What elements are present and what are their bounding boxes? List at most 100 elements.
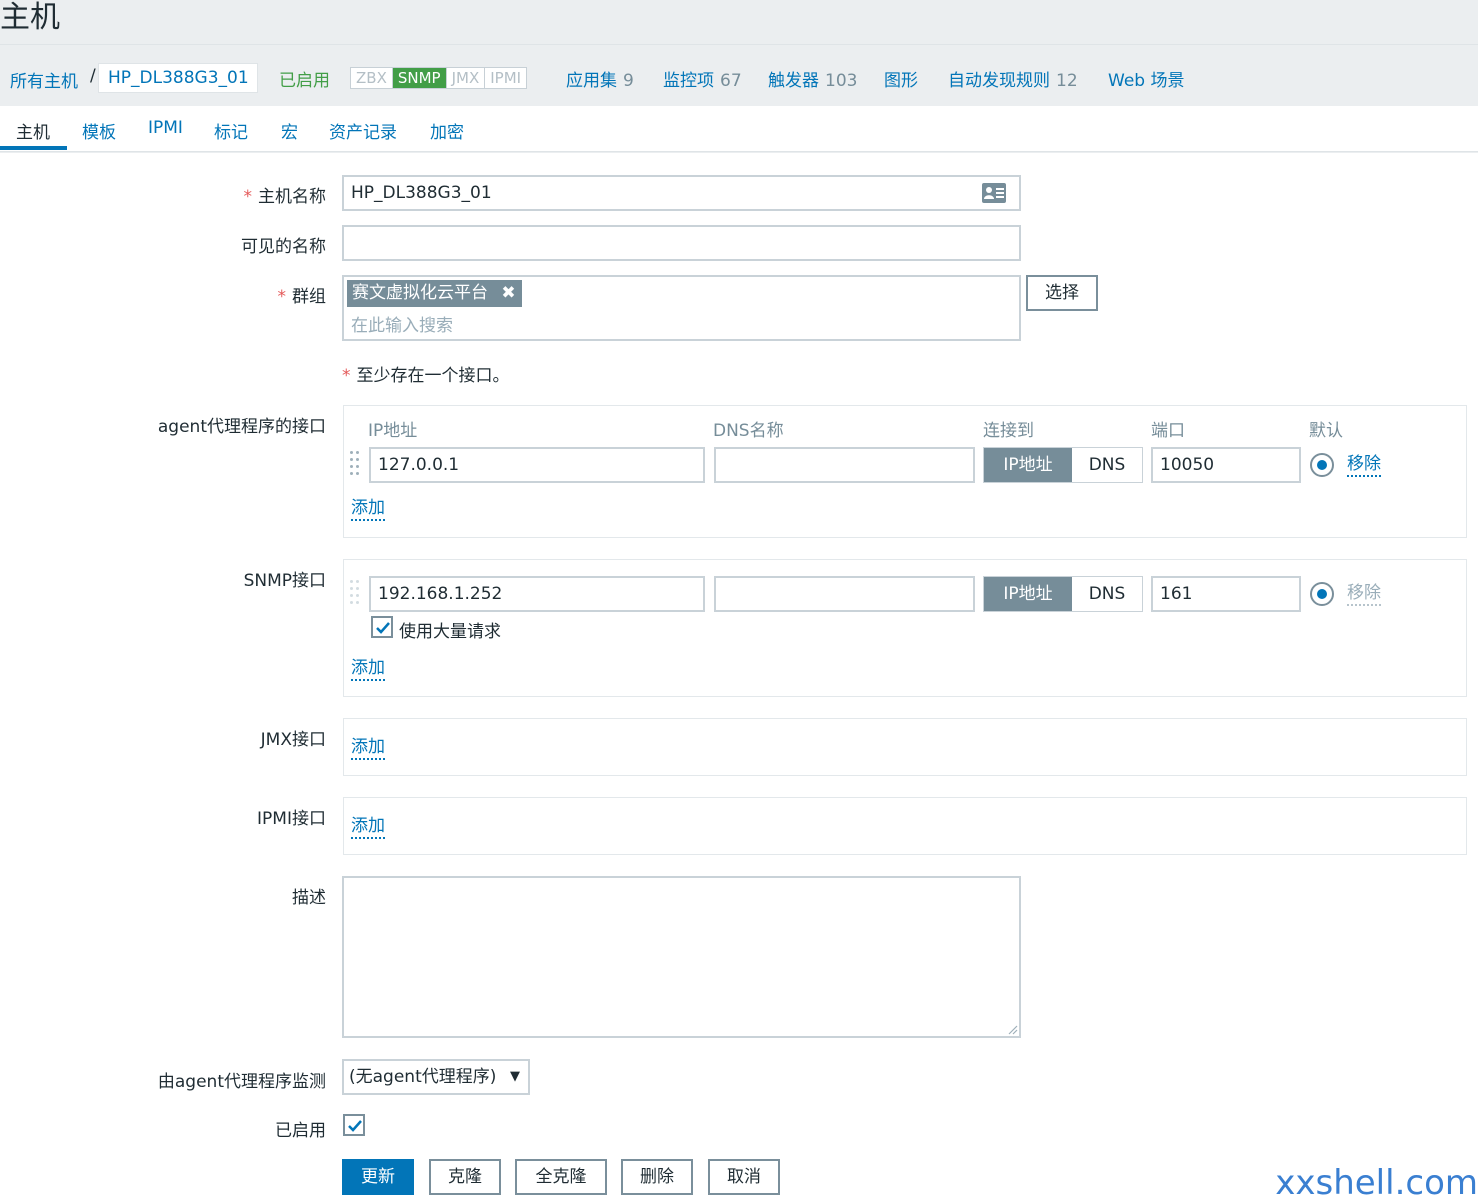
nav-link-items[interactable]: 监控项 67 xyxy=(663,66,742,91)
agent-interfaces-box: IP地址 DNS名称 连接到 端口 默认 127.0.0.1 IP地址 DNS … xyxy=(343,405,1467,538)
agent-ip-input[interactable]: 127.0.0.1 xyxy=(369,447,705,483)
remove-tag-icon[interactable]: ✖ xyxy=(501,280,515,307)
group-tag-label: 赛文虚拟化云平台 xyxy=(352,283,488,303)
group-search-placeholder[interactable]: 在此输入搜索 xyxy=(351,311,453,336)
enabled-checkbox[interactable] xyxy=(343,1114,365,1136)
visible-name-input[interactable] xyxy=(342,225,1021,261)
drag-handle-icon[interactable] xyxy=(350,451,362,481)
clone-button[interactable]: 克隆 xyxy=(429,1159,501,1195)
nav-link-web-scenarios[interactable]: Web 场景 xyxy=(1108,66,1184,91)
snmp-interfaces-box: 192.168.1.252 IP地址 DNS 161 移除 使用大量请求 添加 xyxy=(343,559,1467,697)
proxy-select[interactable]: (无agent代理程序) ▼ xyxy=(342,1059,530,1095)
ipmi-interfaces-label: IPMI接口 xyxy=(257,809,326,829)
breadcrumb-all-hosts[interactable]: 所有主机 xyxy=(10,67,78,92)
column-dns: DNS名称 xyxy=(713,421,784,441)
snmp-connect-ip[interactable]: IP地址 xyxy=(984,577,1072,611)
select-groups-button[interactable]: 选择 xyxy=(1026,275,1098,311)
agent-connect-toggle: IP地址 DNS xyxy=(983,447,1143,483)
nav-link-discovery-rules[interactable]: 自动发现规则 12 xyxy=(948,66,1078,91)
checkmark-icon xyxy=(348,1120,362,1132)
breadcrumb-current-host[interactable]: HP_DL388G3_01 xyxy=(98,63,258,93)
host-status-enabled[interactable]: 已启用 xyxy=(279,66,330,91)
jmx-interfaces-label: JMX接口 xyxy=(260,730,326,750)
delete-button[interactable]: 删除 xyxy=(621,1159,693,1195)
agent-port-input[interactable]: 10050 xyxy=(1151,447,1301,483)
group-tag: 赛文虚拟化云平台 ✖ xyxy=(347,280,522,307)
breadcrumb-separator: / xyxy=(90,66,96,86)
tab-encryption[interactable]: 加密 xyxy=(430,118,464,143)
nav-link-applications[interactable]: 应用集 9 xyxy=(566,66,634,91)
nav-link-triggers[interactable]: 触发器 103 xyxy=(768,66,857,91)
column-ip: IP地址 xyxy=(368,421,418,441)
jmx-add-link[interactable]: 添加 xyxy=(351,736,385,760)
snmp-ip-input[interactable]: 192.168.1.252 xyxy=(369,576,705,612)
nav-link-count: 12 xyxy=(1056,71,1078,91)
agent-default-radio[interactable] xyxy=(1310,453,1334,477)
resize-handle-icon[interactable] xyxy=(1007,1024,1018,1035)
drag-handle-icon[interactable] xyxy=(350,580,362,610)
column-connect: 连接到 xyxy=(983,421,1034,441)
nav-link-label: Web 场景 xyxy=(1108,71,1185,91)
full-clone-button[interactable]: 全克隆 xyxy=(515,1159,607,1195)
tab-inventory[interactable]: 资产记录 xyxy=(329,118,397,143)
snmp-connect-dns[interactable]: DNS xyxy=(1072,577,1142,611)
column-port: 端口 xyxy=(1151,421,1185,441)
nav-link-count: 67 xyxy=(720,71,742,91)
availability-ipmi: IPMI xyxy=(490,69,522,87)
availability-snmp: SNMP xyxy=(392,68,447,88)
availability-zbx: ZBX xyxy=(351,68,393,88)
host-name-value: HP_DL388G3_01 xyxy=(351,183,492,203)
groups-label: * 群组 xyxy=(277,287,327,307)
update-button[interactable]: 更新 xyxy=(342,1159,414,1195)
ipmi-interfaces-box: 添加 xyxy=(343,797,1467,855)
jmx-interfaces-box: 添加 xyxy=(343,718,1467,776)
host-name-input[interactable]: HP_DL388G3_01 xyxy=(342,175,1021,211)
availability-jmx: JMX xyxy=(447,68,486,88)
checkmark-icon xyxy=(376,622,390,634)
snmp-remove-link[interactable]: 移除 xyxy=(1347,582,1381,606)
agent-add-link[interactable]: 添加 xyxy=(351,497,385,521)
snmp-interfaces-label: SNMP接口 xyxy=(243,571,326,591)
enabled-label: 已启用 xyxy=(275,1121,326,1141)
snmp-connect-toggle: IP地址 DNS xyxy=(983,576,1143,612)
groups-multiselect[interactable]: 赛文虚拟化云平台 ✖ 在此输入搜索 xyxy=(342,275,1021,341)
watermark: xxshell.com xyxy=(1275,1163,1478,1200)
agent-remove-link[interactable]: 移除 xyxy=(1347,453,1381,477)
tab-ipmi[interactable]: IPMI xyxy=(148,118,183,138)
cancel-button[interactable]: 取消 xyxy=(708,1159,780,1195)
snmp-dns-input[interactable] xyxy=(714,576,975,612)
tab-tags[interactable]: 标记 xyxy=(214,118,248,143)
description-label: 描述 xyxy=(292,888,326,908)
availability-badges: ZBX SNMP JMX IPMI xyxy=(350,67,528,89)
description-textarea[interactable] xyxy=(342,876,1021,1038)
agent-connect-dns[interactable]: DNS xyxy=(1072,448,1142,482)
snmp-port-input[interactable]: 161 xyxy=(1151,576,1301,612)
id-card-icon[interactable] xyxy=(981,182,1007,204)
agent-connect-ip[interactable]: IP地址 xyxy=(984,448,1072,482)
nav-link-graphs[interactable]: 图形 xyxy=(884,66,918,91)
form-tabs: 主机 模板 IPMI 标记 宏 资产记录 加密 xyxy=(0,106,1478,152)
tab-templates[interactable]: 模板 xyxy=(82,118,116,143)
tab-host[interactable]: 主机 xyxy=(16,118,50,143)
nav-link-label: 自动发现规则 xyxy=(948,71,1050,91)
snmp-add-link[interactable]: 添加 xyxy=(351,657,385,681)
nav-link-label: 应用集 xyxy=(566,71,617,91)
column-default: 默认 xyxy=(1309,421,1343,441)
ipmi-add-link[interactable]: 添加 xyxy=(351,815,385,839)
agent-dns-input[interactable] xyxy=(714,447,975,483)
agent-interfaces-label: agent代理程序的接口 xyxy=(157,417,326,437)
dropdown-arrow-icon: ▼ xyxy=(510,1069,520,1084)
host-name-label: * 主机名称 xyxy=(243,187,327,207)
snmp-bulk-label: 使用大量请求 xyxy=(399,622,501,642)
visible-name-label: 可见的名称 xyxy=(241,237,326,257)
nav-link-label: 图形 xyxy=(884,71,918,91)
nav-link-label: 监控项 xyxy=(663,71,714,91)
host-form: * 主机名称 HP_DL388G3_01 可见的名称 * 群组 赛文虚拟化云平台 ✖… xyxy=(0,153,1478,1200)
active-tab-indicator xyxy=(0,146,67,150)
tab-macros[interactable]: 宏 xyxy=(281,118,298,143)
interface-required-note: * 至少存在一个接口。 xyxy=(342,366,510,386)
snmp-bulk-checkbox[interactable] xyxy=(371,616,393,638)
page-title: 主机 xyxy=(0,0,60,35)
snmp-default-radio[interactable] xyxy=(1310,582,1334,606)
nav-link-count: 9 xyxy=(623,71,634,91)
